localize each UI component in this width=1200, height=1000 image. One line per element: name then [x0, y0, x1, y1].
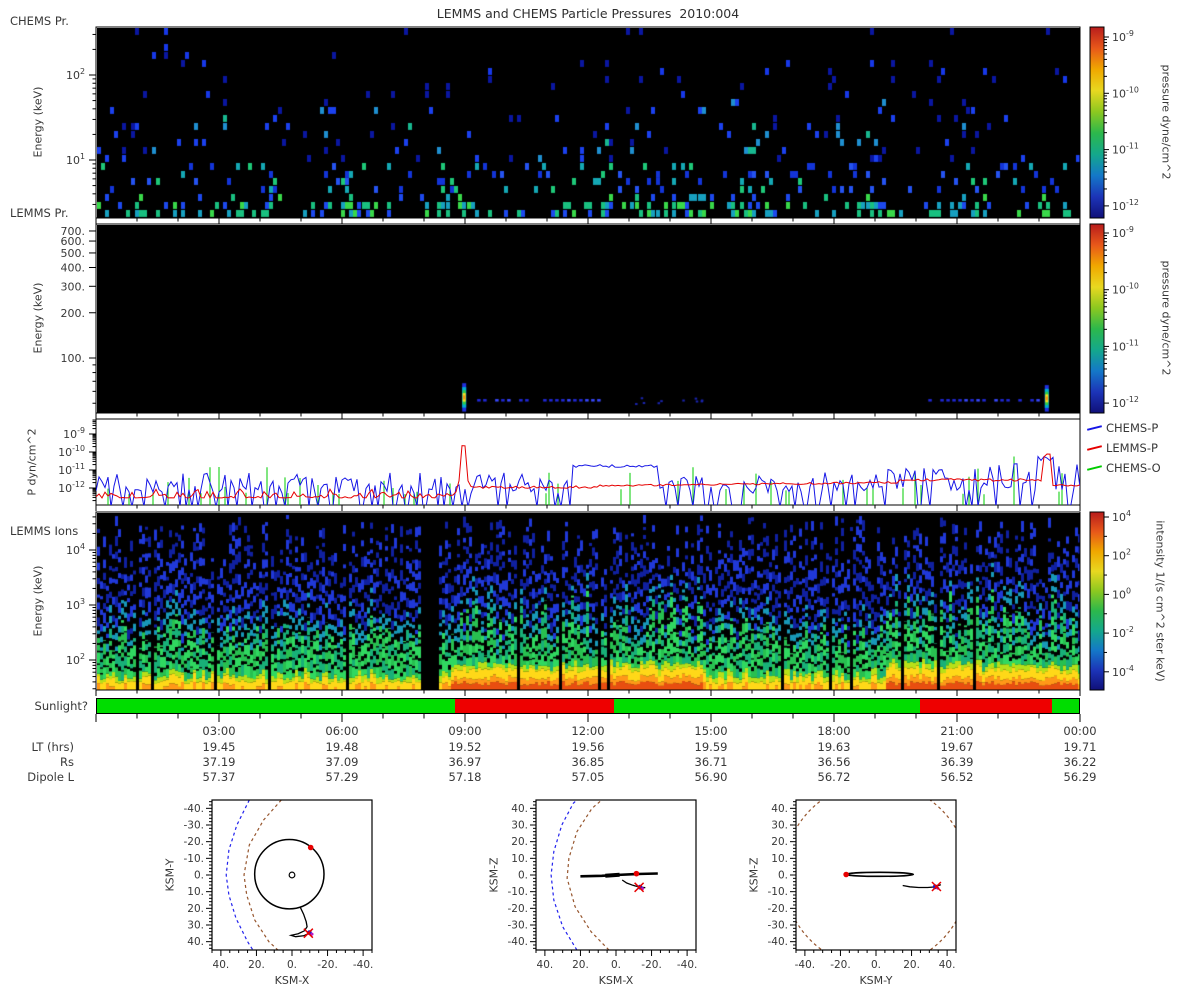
svg-text:10-9: 10-9 [1112, 29, 1134, 44]
svg-text:10.: 10. [771, 853, 788, 865]
svg-text:30.: 30. [511, 820, 528, 832]
svg-text:-40.: -40. [184, 803, 205, 815]
svg-text:10-12: 10-12 [58, 480, 85, 495]
svg-text:-20.: -20. [184, 836, 205, 848]
svg-text:0.: 0. [287, 959, 297, 971]
svg-text:100.: 100. [61, 352, 86, 365]
svg-text:-40.: -40. [768, 936, 789, 948]
svg-text:-20.: -20. [830, 959, 851, 971]
svg-text:-20.: -20. [768, 903, 789, 915]
svg-text:10-12: 10-12 [1112, 198, 1139, 213]
svg-text:10-10: 10-10 [58, 444, 85, 459]
svg-text:104: 104 [66, 542, 85, 557]
svg-text:200.: 200. [61, 307, 86, 320]
svg-text:10-12: 10-12 [1112, 395, 1139, 410]
svg-text:10-10: 10-10 [1112, 282, 1139, 297]
ions-y-axis: 104 103 102 [66, 516, 96, 690]
svg-text:101: 101 [66, 152, 85, 167]
svg-text:-40.: -40. [795, 959, 816, 971]
svg-text:102: 102 [66, 67, 85, 82]
svg-text:-10.: -10. [184, 853, 205, 865]
svg-text:40.: 40. [771, 803, 788, 815]
svg-text:10-4: 10-4 [1112, 664, 1134, 679]
svg-text:400.: 400. [61, 262, 86, 275]
svg-text:40.: 40. [537, 959, 554, 971]
svg-text:10-11: 10-11 [1112, 338, 1139, 353]
svg-text:40.: 40. [187, 936, 204, 948]
svg-text:10-11: 10-11 [58, 462, 85, 477]
svg-text:40.: 40. [511, 803, 528, 815]
svg-text:40.: 40. [939, 959, 956, 971]
svg-text:20.: 20. [903, 959, 920, 971]
svg-text:300.: 300. [61, 280, 86, 293]
svg-text:10.: 10. [511, 853, 528, 865]
plot-page: LEMMS and CHEMS Particle Pressures 2010:… [0, 0, 1200, 1000]
svg-text:0.: 0. [194, 870, 204, 882]
svg-text:500.: 500. [61, 247, 86, 260]
svg-text:20.: 20. [572, 959, 589, 971]
svg-text:10-11: 10-11 [1112, 142, 1139, 157]
svg-text:10-2: 10-2 [1112, 625, 1134, 640]
svg-text:0.: 0. [871, 959, 881, 971]
chems-pr-y-axis: 102 101 [66, 33, 96, 205]
svg-text:104: 104 [1112, 509, 1131, 524]
colorbar-pressure-1: 10-9 10-10 10-11 10-12 [1089, 26, 1139, 219]
svg-text:-20.: -20. [641, 959, 662, 971]
svg-text:30.: 30. [187, 920, 204, 932]
svg-text:20.: 20. [771, 836, 788, 848]
plot-overlay-svg: 102101700.600.500.400.300.200.100.10-910… [58, 26, 1139, 971]
svg-text:-30.: -30. [508, 920, 529, 932]
svg-text:10-9: 10-9 [63, 426, 85, 441]
svg-text:100: 100 [1112, 586, 1131, 601]
svg-text:-20.: -20. [508, 903, 529, 915]
svg-text:102: 102 [66, 652, 85, 667]
svg-text:20.: 20. [187, 903, 204, 915]
svg-text:103: 103 [66, 597, 85, 612]
orbit-plot-3: 40. 30. 20. 10. 0. -10. -20. -30. -40. -40. -20. 0.… [768, 799, 957, 971]
svg-text:-40.: -40. [353, 959, 374, 971]
svg-text:10-10: 10-10 [1112, 85, 1139, 100]
hour-ticks [95, 218, 1081, 722]
lemms-pr-y-axis: 700.600.500.400.300.200.100. [61, 225, 96, 404]
svg-text:-10.: -10. [508, 886, 529, 898]
svg-text:102: 102 [1112, 548, 1131, 563]
svg-text:20.: 20. [248, 959, 265, 971]
svg-text:30.: 30. [771, 820, 788, 832]
svg-text:-30.: -30. [184, 820, 205, 832]
svg-text:-40.: -40. [677, 959, 698, 971]
svg-text:-20.: -20. [317, 959, 338, 971]
pressure-y-axis: 10-9 10-10 10-11 10-12 [58, 419, 96, 502]
svg-text:-40.: -40. [508, 936, 529, 948]
svg-text:40.: 40. [213, 959, 230, 971]
colorbar-pressure-2: 10-9 10-10 10-11 10-12 [1089, 223, 1139, 414]
svg-text:10.: 10. [187, 886, 204, 898]
svg-text:10-9: 10-9 [1112, 225, 1134, 240]
svg-text:0.: 0. [518, 870, 528, 882]
colorbar-intensity: 104 102 100 10-2 10-4 [1089, 509, 1134, 691]
svg-text:-30.: -30. [768, 920, 789, 932]
orbit-plot-1: -40. -30. -20. -10. 0. 10. 20. 30. 40. 40. 20. 0. -2… [184, 799, 374, 971]
svg-text:-10.: -10. [768, 886, 789, 898]
orbit-plot-2: 40. 30. 20. 10. 0. -10. -20. -30. -40. 40. 20. 0. -2… [508, 799, 698, 971]
svg-text:0.: 0. [611, 959, 621, 971]
svg-text:20.: 20. [511, 836, 528, 848]
svg-text:0.: 0. [778, 870, 788, 882]
pressure-lines [96, 445, 1080, 505]
